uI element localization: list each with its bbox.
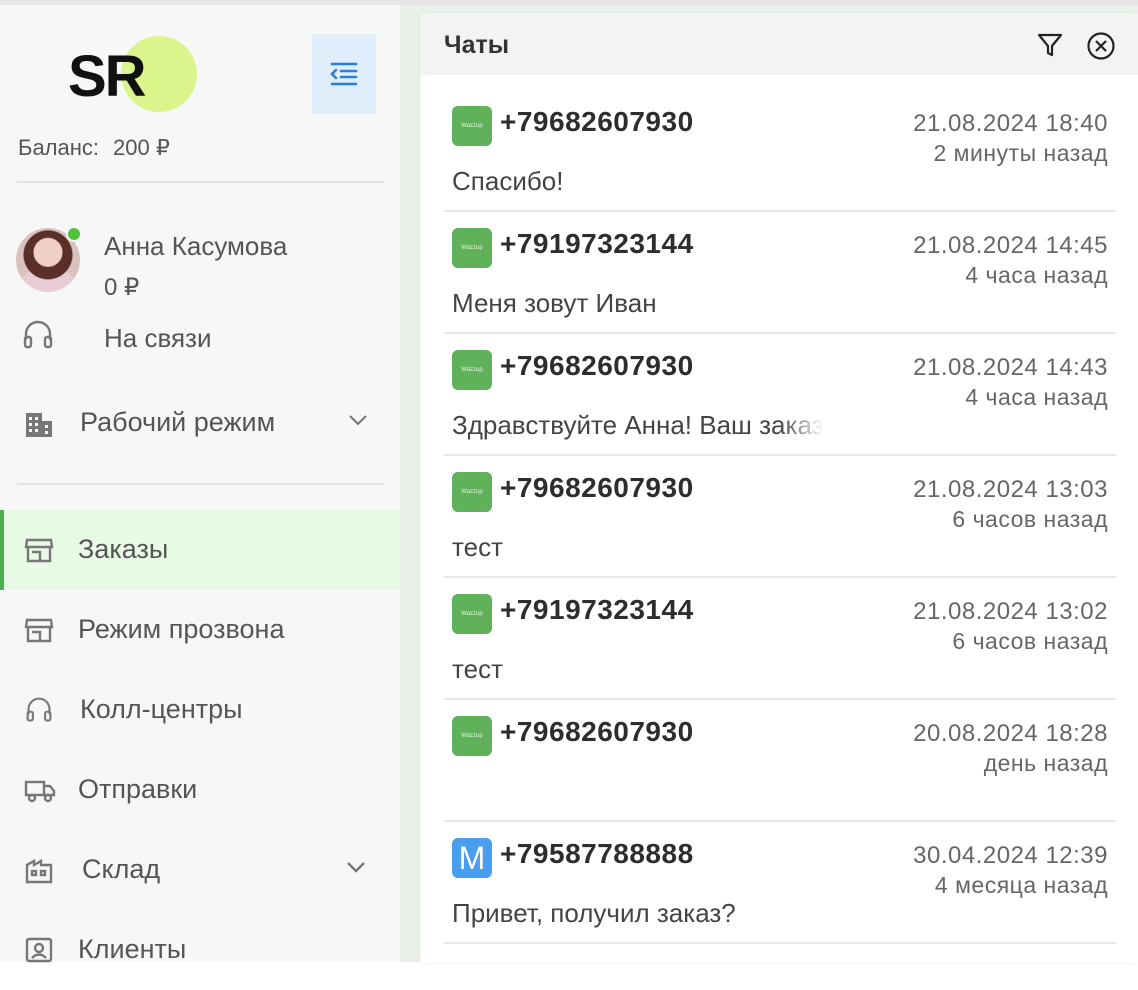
sidebar-item-shipments[interactable]: Отправки [0, 750, 400, 830]
close-icon[interactable] [1086, 31, 1116, 61]
chat-phone: +79682607930 [500, 472, 694, 503]
chat-date: 20.08.2024 18:28 [913, 720, 1108, 747]
chat-time-ago: 4 часа назад [965, 384, 1108, 410]
chat-last-message: Меня зовут Иван [452, 288, 657, 318]
divider [17, 483, 384, 485]
sidebar-item-call-mode[interactable]: Режим прозвона [0, 590, 400, 670]
logo-text: SR [68, 44, 147, 109]
wazzup-badge: Wazzup [452, 228, 492, 268]
chat-list-item[interactable]: Wazzup +79197323144 21.08.2024 14:45 4 ч… [444, 210, 1116, 334]
balance-label: Баланс: [18, 135, 100, 160]
user-name: Анна Касумова [104, 231, 288, 261]
wazzup-badge: Wazzup [452, 472, 492, 512]
chat-phone: +79197323144 [500, 228, 694, 259]
logo[interactable]: SR [64, 33, 197, 123]
chat-list-item[interactable]: Wazzup +79682607930 21.08.2024 18:40 2 м… [444, 88, 1116, 212]
warehouse-icon [25, 858, 53, 884]
work-mode-label: Рабочий режим [80, 407, 276, 437]
wazzup-badge: Wazzup [452, 350, 492, 390]
collapse-sidebar-button[interactable] [312, 34, 376, 114]
chat-last-message: тест [452, 532, 503, 562]
headphones-icon [23, 320, 53, 349]
chat-phone: +79197323144 [500, 594, 694, 625]
chats-title: Чаты [444, 31, 510, 59]
chat-list-item[interactable]: Wazzup +79682607930 21.08.2024 14:43 4 ч… [444, 332, 1116, 456]
sidebar-item-warehouse[interactable]: Склад [0, 830, 400, 910]
collapse-menu-icon [330, 62, 358, 86]
wazzup-badge: Wazzup [452, 594, 492, 634]
user-balance: 0 ₽ [104, 274, 140, 301]
chat-phone: +79682607930 [500, 350, 694, 381]
chat-date: 21.08.2024 13:03 [913, 476, 1108, 503]
chat-list-item[interactable]: M +79587788888 30.04.2024 12:39 4 месяца… [444, 820, 1116, 944]
chat-last-message: Привет, получил заказ? [452, 898, 736, 928]
sidebar-item-call-centers[interactable]: Колл-центры [0, 670, 400, 750]
building-icon [26, 413, 52, 437]
chevron-down-icon [349, 415, 367, 426]
sidebar-item-label: Склад [82, 854, 161, 884]
chat-date: 21.08.2024 18:40 [913, 110, 1108, 137]
divider [17, 181, 384, 183]
store-icon [24, 618, 54, 643]
chat-list-item[interactable]: Wazzup +79682607930 20.08.2024 18:28 ден… [444, 698, 1116, 822]
balance: Баланс: 200 ₽ [18, 135, 170, 161]
chat-list-item[interactable]: Wazzup +79197323144 21.08.2024 13:02 6 ч… [444, 576, 1116, 700]
sidebar-item-orders[interactable]: Заказы [0, 510, 400, 590]
avatar[interactable] [16, 226, 82, 292]
status-row[interactable]: На связи [22, 319, 212, 353]
wazzup-badge: Wazzup [452, 106, 492, 146]
chat-last-message: тест [452, 654, 503, 684]
chat-time-ago: 6 часов назад [952, 628, 1108, 654]
filter-icon[interactable] [1036, 31, 1064, 59]
chat-list-item[interactable]: Wazzup +79682607930 21.08.2024 13:03 6 ч… [444, 454, 1116, 578]
headphones-icon [26, 697, 52, 722]
chats-header: Чаты [420, 13, 1138, 75]
work-mode-dropdown[interactable]: Рабочий режим [24, 403, 374, 447]
wazzup-badge: Wazzup [452, 716, 492, 756]
chat-phone: +79682607930 [500, 106, 694, 137]
status-label: На связи [104, 323, 212, 353]
balance-value: 200 ₽ [113, 135, 170, 160]
m-badge: M [452, 838, 492, 878]
chat-date: 21.08.2024 13:02 [913, 598, 1108, 625]
sidebar-item-label: Отправки [78, 774, 198, 804]
chat-date: 21.08.2024 14:45 [913, 232, 1108, 259]
chat-time-ago: 6 часов назад [952, 506, 1108, 532]
chat-last-message: Спасибо! [452, 166, 564, 196]
chats-panel: Чаты Wazzup +79682607930 21.08.2024 18:4… [420, 13, 1138, 962]
sidebar: SR Баланс: 200 ₽ Анна Касумова 0 ₽ На св… [0, 5, 400, 964]
chat-time-ago: 4 месяца назад [934, 872, 1108, 898]
chat-time-ago: 4 часа назад [965, 262, 1108, 288]
chat-date: 30.04.2024 12:39 [913, 842, 1108, 869]
store-icon [24, 538, 54, 563]
sidebar-item-label: Колл-центры [80, 694, 243, 724]
sidebar-item-clients[interactable]: Клиенты [0, 910, 400, 990]
sidebar-item-label: Режим прозвона [78, 614, 285, 644]
contact-card-icon [25, 937, 53, 963]
chat-last-message: Здравствуйте Анна! Ваш заказ [452, 410, 824, 440]
chat-time-ago: 2 минуты назад [933, 140, 1108, 166]
online-status-dot [66, 226, 82, 242]
chat-phone: +79587788888 [500, 838, 694, 869]
chat-date: 21.08.2024 14:43 [913, 354, 1108, 381]
sidebar-item-label: Заказы [78, 534, 169, 564]
chevron-down-icon [347, 862, 365, 873]
chat-phone: +79682607930 [500, 716, 694, 747]
sidebar-item-label: Клиенты [78, 934, 187, 964]
chat-time-ago: день назад [983, 750, 1108, 776]
truck-icon [24, 780, 56, 803]
